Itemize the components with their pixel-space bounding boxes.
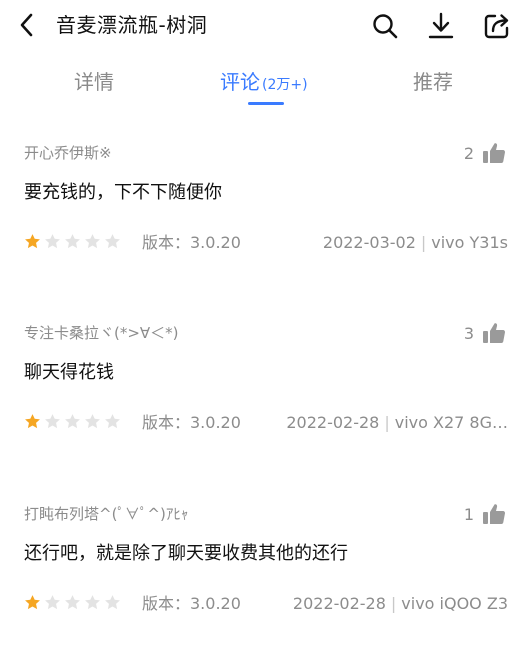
tab-bar: 详情 评论 (2万+) 推荐 bbox=[0, 58, 532, 110]
star-filled-icon bbox=[25, 234, 40, 249]
tab-recommend[interactable]: 推荐 bbox=[413, 68, 453, 96]
tab-recommend-label: 推荐 bbox=[413, 70, 453, 94]
star-filled-icon bbox=[25, 414, 40, 429]
review-device: vivo X27 8G… bbox=[394, 413, 508, 432]
review-meta: 版本：3.0.20 2022-02-28 | vivo X27 8G… bbox=[24, 412, 508, 434]
review-username[interactable]: 打盹布列塔^(ﾟ∀ﾟ^)ｱﾋｬ bbox=[24, 503, 188, 525]
review-username[interactable]: 专注卡桑拉ヾ(*>∀＜*) bbox=[24, 322, 179, 344]
rating-stars bbox=[24, 413, 124, 433]
star-empty-icon bbox=[105, 595, 120, 610]
review-item: 专注卡桑拉ヾ(*>∀＜*) 3 聊天得花钱 版本：3.0.20 2022-02-… bbox=[0, 322, 532, 482]
star-filled-icon bbox=[25, 595, 40, 610]
review-date: 2022-03-02 bbox=[322, 233, 416, 252]
chevron-left-icon bbox=[20, 13, 33, 37]
review-device: vivo Y31s bbox=[431, 233, 508, 252]
separator: | bbox=[420, 233, 427, 252]
separator: | bbox=[384, 413, 390, 432]
app-title: 音麦漂流瓶-树洞 bbox=[56, 13, 208, 37]
star-empty-icon bbox=[65, 414, 80, 429]
star-empty-icon bbox=[45, 595, 60, 610]
review-meta: 版本：3.0.20 2022-03-02 | vivo Y31s bbox=[24, 232, 508, 254]
star-empty-icon bbox=[85, 234, 100, 249]
star-empty-icon bbox=[85, 595, 100, 610]
tab-details[interactable]: 详情 bbox=[74, 68, 114, 96]
review-date: 2022-02-28 bbox=[292, 594, 386, 613]
rating-stars bbox=[24, 594, 124, 614]
star-empty-icon bbox=[45, 414, 60, 429]
share-button[interactable] bbox=[482, 11, 512, 41]
like-button[interactable]: 3 bbox=[464, 320, 506, 346]
separator: | bbox=[390, 594, 397, 613]
review-device: vivo iQOO Z3 bbox=[401, 594, 508, 613]
like-count: 2 bbox=[463, 143, 474, 163]
review-date-device: 2022-02-28 | vivo iQOO Z3 bbox=[293, 593, 508, 615]
review-date-device: 2022-03-02 | vivo Y31s bbox=[323, 232, 508, 254]
star-empty-icon bbox=[65, 234, 80, 249]
like-count: 1 bbox=[463, 504, 474, 524]
review-text: 聊天得花钱 bbox=[24, 362, 114, 383]
download-icon bbox=[428, 12, 454, 39]
app-version: 版本：3.0.20 bbox=[142, 413, 241, 432]
like-button[interactable]: 2 bbox=[464, 140, 506, 166]
star-empty-icon bbox=[105, 414, 120, 429]
review-meta: 版本：3.0.20 2022-02-28 | vivo iQOO Z3 bbox=[24, 593, 508, 615]
tab-active-indicator bbox=[248, 102, 284, 105]
star-empty-icon bbox=[45, 234, 60, 249]
review-date: 2022-02-28 bbox=[286, 413, 380, 432]
tab-comments-count: (2万+) bbox=[262, 77, 308, 93]
top-bar: 音麦漂流瓶-树洞 bbox=[0, 0, 532, 50]
review-username[interactable]: 开心乔伊斯※ bbox=[24, 142, 112, 164]
review-item: 打盹布列塔^(ﾟ∀ﾟ^)ｱﾋｬ 1 还行吧，就是除了聊天要收费其他的还行 版本：… bbox=[0, 503, 532, 663]
star-empty-icon bbox=[105, 234, 120, 249]
thumbs-up-icon bbox=[483, 504, 506, 525]
review-text: 还行吧，就是除了聊天要收费其他的还行 bbox=[24, 543, 348, 564]
back-button[interactable] bbox=[14, 11, 42, 39]
like-button[interactable]: 1 bbox=[464, 501, 506, 527]
download-button[interactable] bbox=[426, 11, 456, 41]
review-item: 开心乔伊斯※ 2 要充钱的，下不下随便你 版本：3.0.20 2022-03-0… bbox=[0, 142, 532, 302]
review-text: 要充钱的，下不下随便你 bbox=[24, 182, 222, 203]
tab-comments[interactable]: 评论 (2万+) bbox=[220, 68, 308, 99]
star-empty-icon bbox=[85, 414, 100, 429]
tab-comments-label: 评论 bbox=[220, 70, 260, 94]
share-icon bbox=[484, 14, 509, 39]
rating-stars bbox=[24, 233, 124, 253]
app-version: 版本：3.0.20 bbox=[142, 233, 241, 252]
search-icon bbox=[373, 14, 398, 39]
search-button[interactable] bbox=[370, 11, 400, 41]
like-count: 3 bbox=[463, 323, 474, 343]
tab-details-label: 详情 bbox=[74, 70, 114, 94]
app-version: 版本：3.0.20 bbox=[142, 594, 241, 613]
thumbs-up-icon bbox=[483, 143, 506, 164]
star-empty-icon bbox=[65, 595, 80, 610]
review-date-device: 2022-02-28 | vivo X27 8G… bbox=[286, 412, 508, 434]
thumbs-up-icon bbox=[483, 323, 506, 344]
